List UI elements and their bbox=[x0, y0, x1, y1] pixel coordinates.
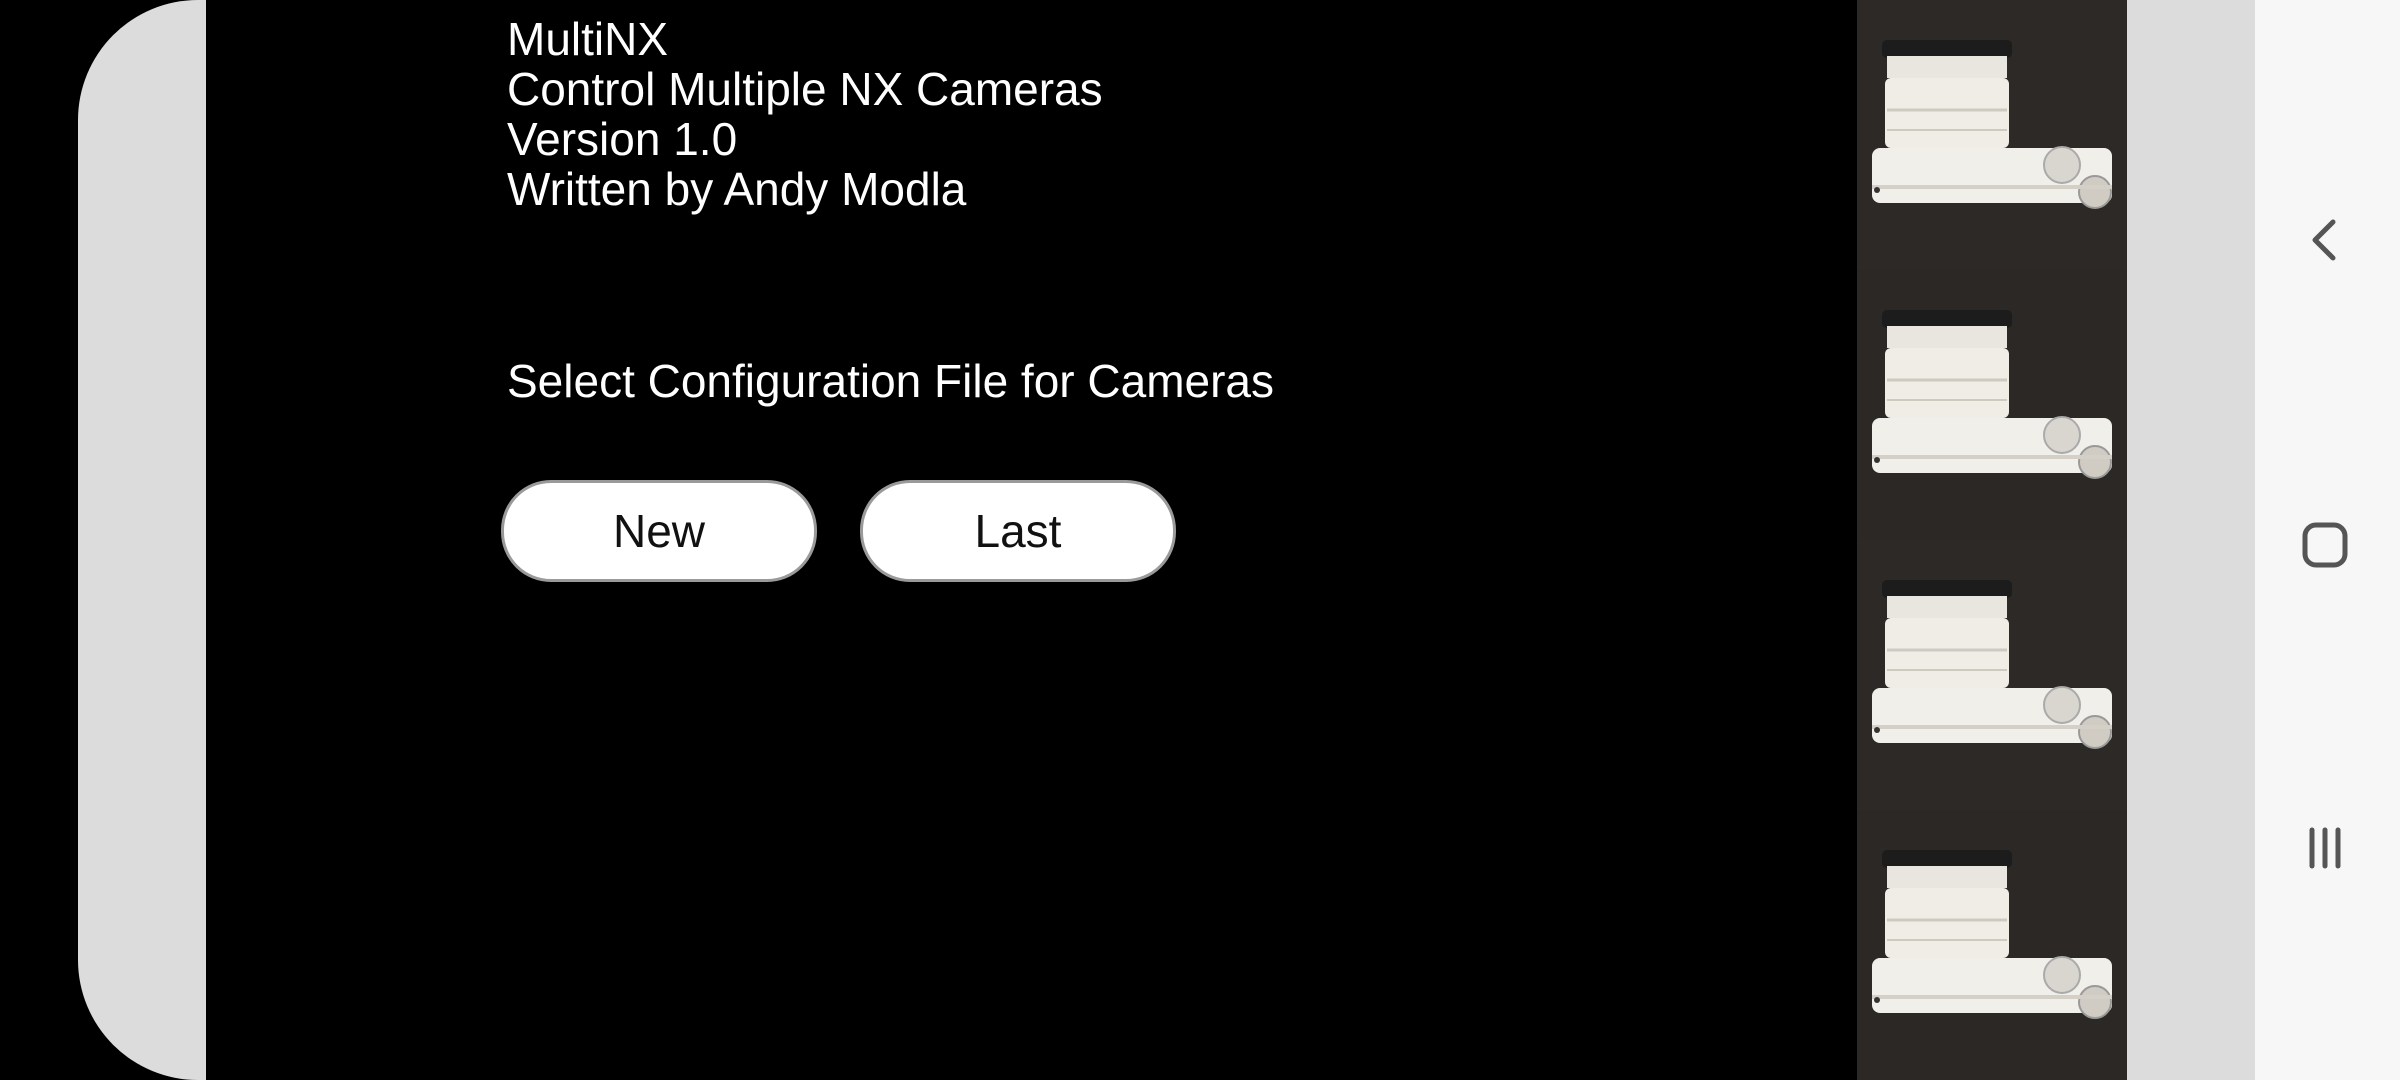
app-info: MultiNX Control Multiple NX Cameras Vers… bbox=[507, 14, 1103, 214]
camera-preview-2[interactable] bbox=[1857, 270, 2127, 540]
home-button[interactable] bbox=[2285, 505, 2365, 585]
app-window: MultiNX Control Multiple NX Cameras Vers… bbox=[206, 0, 1857, 1080]
camera-preview-4[interactable] bbox=[1857, 810, 2127, 1080]
left-bezel-curve bbox=[78, 0, 218, 1080]
app-version: Version 1.0 bbox=[507, 113, 738, 165]
recents-bars-icon bbox=[2309, 827, 2341, 869]
left-bezel bbox=[0, 0, 218, 1080]
app-name: MultiNX bbox=[507, 13, 669, 65]
app-description: Control Multiple NX Cameras bbox=[507, 63, 1103, 115]
app-author: Written by Andy Modla bbox=[507, 163, 967, 215]
camera-preview-icon bbox=[1857, 0, 2127, 270]
new-config-button[interactable]: New bbox=[501, 480, 817, 582]
config-prompt: Select Configuration File for Cameras bbox=[507, 355, 1274, 407]
camera-preview-3[interactable] bbox=[1857, 540, 2127, 810]
system-navbar bbox=[2255, 0, 2400, 1080]
recents-button[interactable] bbox=[2285, 808, 2365, 888]
camera-preview-icon bbox=[1857, 810, 2127, 1080]
last-config-button[interactable]: Last bbox=[860, 480, 1176, 582]
screen: MultiNX Control Multiple NX Cameras Vers… bbox=[0, 0, 2400, 1080]
right-margin bbox=[2127, 0, 2255, 1080]
back-chevron-icon bbox=[2312, 219, 2336, 261]
camera-preview-column bbox=[1857, 0, 2127, 1080]
camera-preview-icon bbox=[1857, 540, 2127, 810]
camera-preview-1[interactable] bbox=[1857, 0, 2127, 270]
home-square-icon bbox=[2302, 522, 2348, 568]
back-button[interactable] bbox=[2285, 200, 2365, 280]
camera-preview-icon bbox=[1857, 270, 2127, 540]
